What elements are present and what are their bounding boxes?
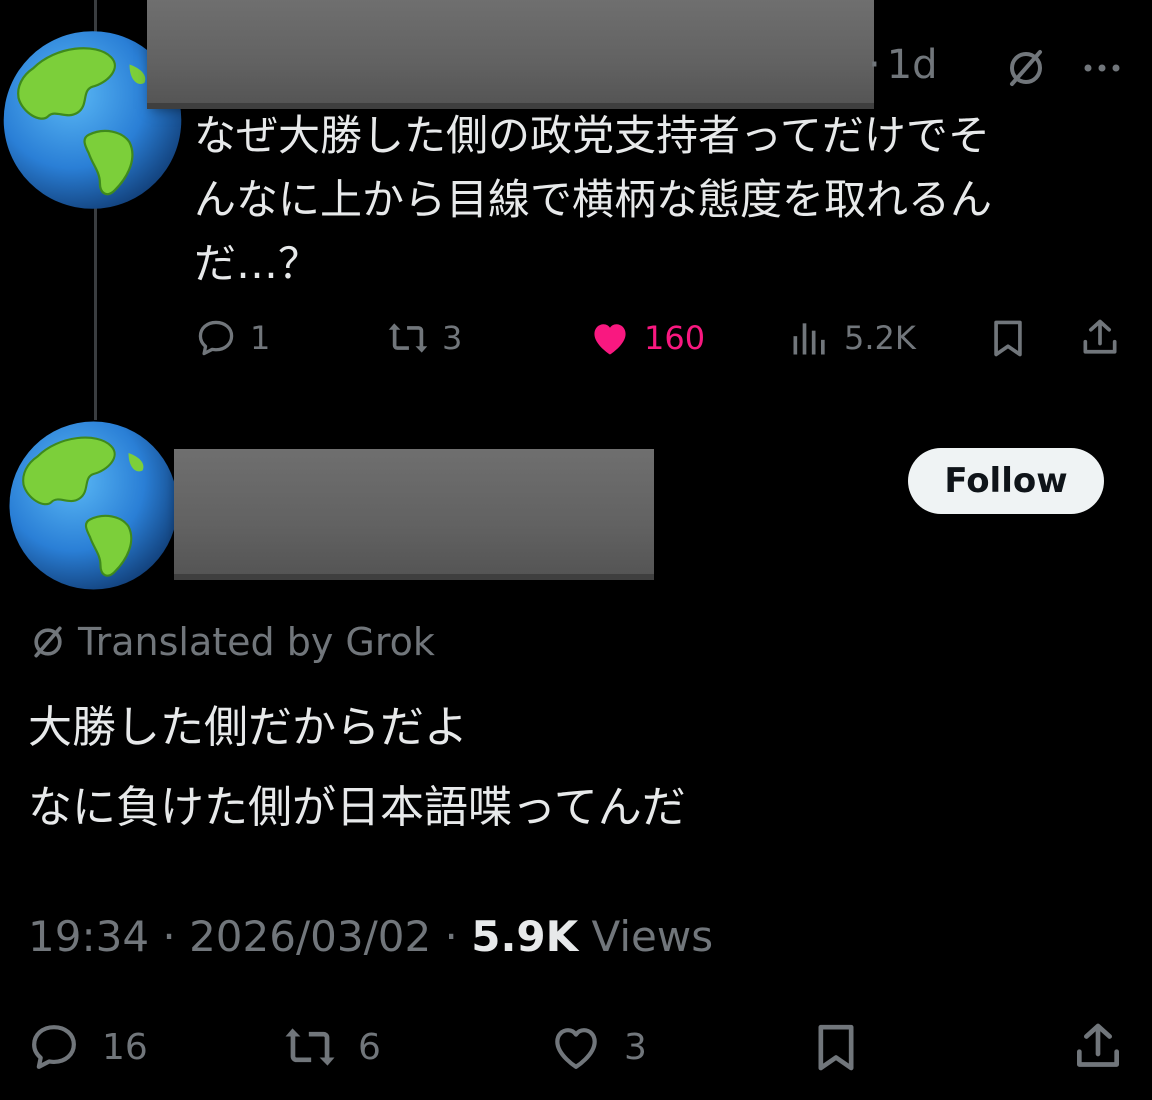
bookmark-icon xyxy=(994,320,1022,357)
earth-americas-icon xyxy=(9,421,178,590)
like-button[interactable]: 3 xyxy=(548,1020,647,1074)
redacted-username xyxy=(147,0,874,103)
share-button[interactable] xyxy=(1078,312,1122,364)
repost-count: 6 xyxy=(358,1026,381,1068)
reply-button[interactable]: 16 xyxy=(26,1020,148,1074)
share-icon xyxy=(1077,1023,1119,1067)
heart-filled-icon xyxy=(594,324,626,355)
views-button[interactable]: 5.2K xyxy=(788,312,916,364)
translation-notice[interactable]: Translated by Grok xyxy=(28,620,435,664)
grok-icon[interactable] xyxy=(1004,46,1048,90)
repost-count: 3 xyxy=(442,319,463,357)
views-chart-icon xyxy=(793,323,825,355)
repost-icon xyxy=(388,323,428,353)
more-icon[interactable] xyxy=(1080,58,1124,78)
like-count: 160 xyxy=(644,319,706,357)
timestamp-text: 19:34 · 2026/03/02 · xyxy=(28,912,472,961)
grok-icon xyxy=(34,626,62,658)
post-timestamp[interactable]: 19:34 · 2026/03/02 · 5.9K Views xyxy=(28,912,713,961)
views-label: Views xyxy=(578,912,714,961)
reply-time-label: 1d xyxy=(886,42,938,88)
thread-view: · 1d なぜ大勝した側の政党支持者ってだけでそ んなに上から目線で横柄な態度を取… xyxy=(0,0,1152,1100)
bookmark-icon xyxy=(818,1024,854,1071)
share-button[interactable] xyxy=(1070,1020,1126,1074)
repost-button[interactable]: 6 xyxy=(282,1020,381,1074)
reply-icon xyxy=(32,1025,76,1069)
avatar[interactable] xyxy=(6,413,181,598)
reply-text: なぜ大勝した側の政党支持者ってだけでそ んなに上から目線で横柄な態度を取れるん … xyxy=(194,104,1074,296)
views-count: 5.9K xyxy=(471,912,579,961)
repost-icon xyxy=(285,1028,335,1066)
reply-count: 16 xyxy=(102,1026,148,1068)
post-text-line: なに負けた側が日本語喋ってんだ xyxy=(28,782,686,833)
like-count: 3 xyxy=(624,1026,647,1068)
bookmark-button[interactable] xyxy=(808,1020,864,1074)
bookmark-button[interactable] xyxy=(986,312,1030,364)
share-icon xyxy=(1083,319,1117,354)
reply-text-line: だ…？ xyxy=(194,239,321,288)
translated-label: Translated by Grok xyxy=(78,620,435,664)
reply-text-line: んなに上から目線で横柄な態度を取れるん xyxy=(194,175,993,224)
reply-button[interactable]: 1 xyxy=(194,312,270,364)
reply-count: 1 xyxy=(250,319,271,357)
reply-timestamp[interactable]: · 1d xyxy=(868,42,938,88)
heart-icon xyxy=(555,1028,597,1069)
follow-button[interactable]: Follow xyxy=(908,448,1104,514)
redacted-username xyxy=(174,449,654,574)
views-count: 5.2K xyxy=(844,319,916,357)
post-text-line: 大勝した側だからだよ xyxy=(28,702,468,753)
repost-button[interactable]: 3 xyxy=(386,312,462,364)
reply-icon xyxy=(198,320,234,356)
post-text: 大勝した側だからだよ なに負けた側が日本語喋ってんだ xyxy=(28,688,1128,848)
reply-text-line: なぜ大勝した側の政党支持者ってだけでそ xyxy=(194,111,990,160)
like-button[interactable]: 160 xyxy=(588,312,705,364)
